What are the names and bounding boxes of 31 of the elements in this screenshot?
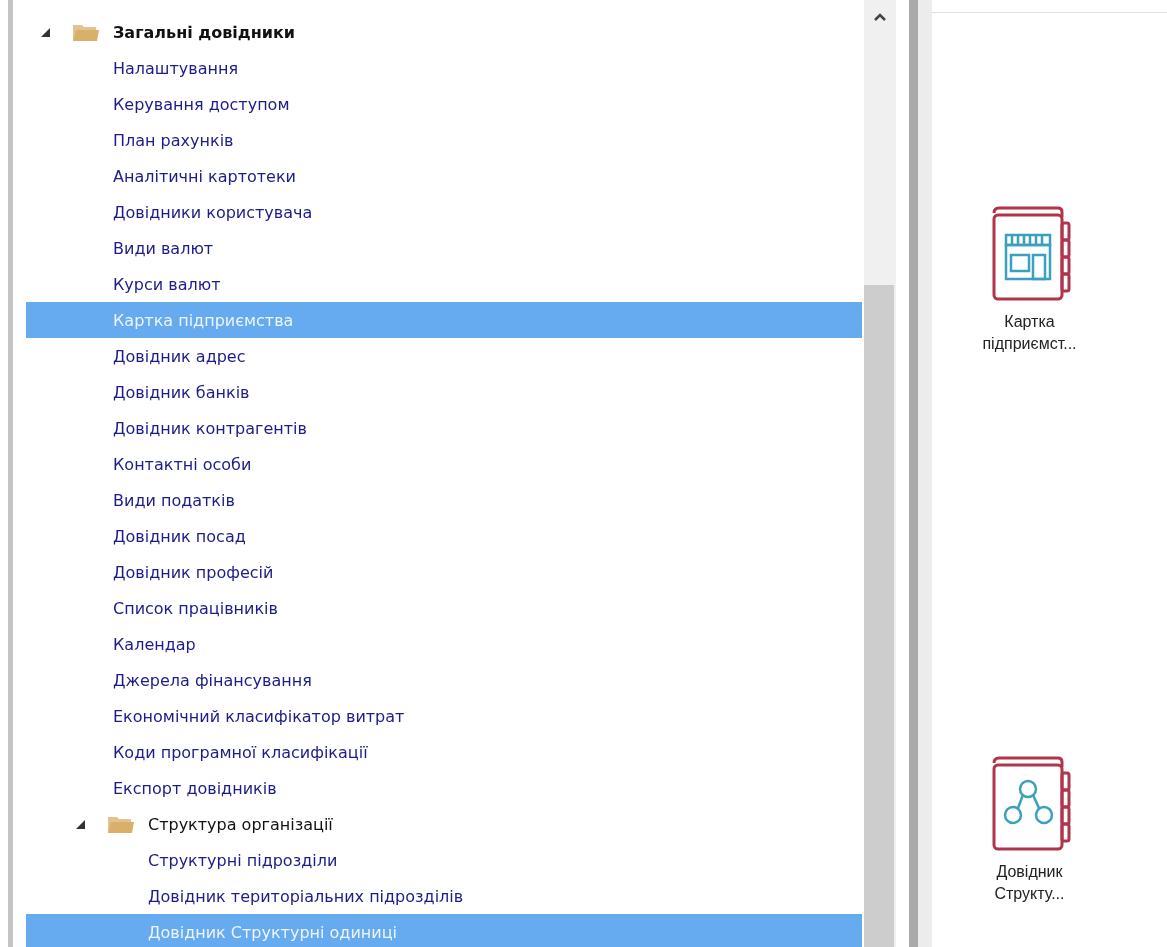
tree-item[interactable]: Коди програмної класифікації	[26, 734, 862, 770]
tree-item[interactable]: План рахунків	[26, 122, 862, 158]
tree-item[interactable]: Налаштування	[26, 50, 862, 86]
tree-item[interactable]: Курси валют	[26, 266, 862, 302]
tree-item[interactable]: Види валют	[26, 230, 862, 266]
tree-item[interactable]: Аналітичні картотеки	[26, 158, 862, 194]
tree-item[interactable]: Довідник територіальних підрозділів	[26, 878, 862, 914]
tree-item[interactable]: Довідники користувача	[26, 194, 862, 230]
tree-folder-row[interactable]: Загальні довідники	[26, 14, 862, 50]
tree-item[interactable]: Економічний класифікатор витрат	[26, 698, 862, 734]
tree-item[interactable]: Довідник адрес	[26, 338, 862, 374]
scrollbar[interactable]	[864, 0, 896, 947]
tree-item[interactable]: Довідник контрагентів	[26, 410, 862, 446]
tree-item[interactable]: Джерела фінансування	[26, 662, 862, 698]
tree-folder-row[interactable]: Структура організації	[26, 806, 862, 842]
shortcut-label[interactable]: Картка підприємст...	[972, 311, 1087, 355]
tree-item[interactable]: Структурні підрозділи	[26, 842, 862, 878]
tree-item[interactable]: Довідник банків	[26, 374, 862, 410]
tree-item[interactable]: Керування доступом	[26, 86, 862, 122]
tree-item[interactable]: Довідник професій	[26, 554, 862, 590]
tree-item[interactable]: Експорт довідників	[26, 770, 862, 806]
shortcut-label[interactable]: Довідник Структу...	[972, 861, 1087, 905]
tree-item[interactable]: Список працівників	[26, 590, 862, 626]
folder-icon	[107, 814, 135, 834]
tree-item[interactable]: Види податків	[26, 482, 862, 518]
scrollbar-thumb[interactable]	[864, 285, 894, 947]
tree-item[interactable]: Контактні особи	[26, 446, 862, 482]
folder-icon	[72, 22, 100, 42]
tree-item[interactable]: Календар	[26, 626, 862, 662]
tree-item[interactable]: Довідник посад	[26, 518, 862, 554]
chevron-up-icon	[873, 12, 887, 22]
